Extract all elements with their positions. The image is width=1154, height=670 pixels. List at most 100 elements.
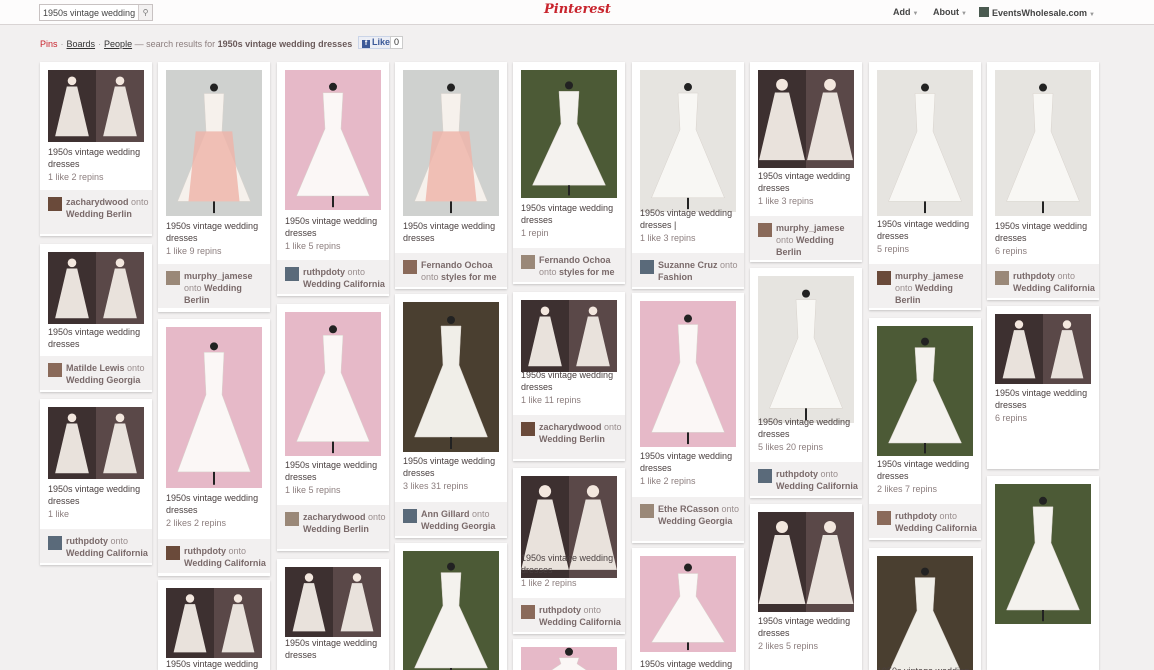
pin-card[interactable]: 1950s vintage wedding dresses 1 like 9 re… — [158, 62, 270, 312]
pin-image[interactable] — [403, 551, 499, 670]
pin-image[interactable] — [640, 301, 736, 447]
pin-image[interactable] — [640, 70, 736, 212]
pinner-name[interactable]: Suzanne Cruz — [658, 260, 718, 270]
pin-image[interactable] — [758, 276, 854, 423]
pin-card[interactable]: 1950s vintage wedding dresses 6 repins — [987, 306, 1099, 469]
pin-image[interactable] — [995, 314, 1091, 384]
pinner-name[interactable]: zacharydwood — [66, 197, 129, 207]
pin-attribution[interactable]: zacharydwood onto Wedding Berlin — [40, 190, 152, 234]
pin-card[interactable]: 1950s vintage wedding dresses 1 like ruthp… — [40, 399, 152, 565]
pin-card[interactable]: 1950s vintage wedding dresses 2 likes 7 r… — [869, 318, 981, 540]
pin-image[interactable] — [285, 70, 381, 210]
pin-attribution[interactable]: murphy_jamese onto Wedding Berlin — [869, 264, 981, 308]
pin-image[interactable] — [48, 407, 144, 479]
avatar[interactable] — [48, 363, 62, 377]
pinner-name[interactable]: murphy_jamese — [184, 271, 253, 281]
board-name[interactable]: Wedding Berlin — [303, 524, 369, 534]
tab-pins[interactable]: Pins — [40, 39, 58, 49]
avatar[interactable] — [48, 197, 62, 211]
facebook-like-button[interactable]: f Like — [358, 36, 395, 49]
tab-people[interactable]: People — [104, 39, 132, 49]
pin-card[interactable]: 1950s vintage wedding dresses 2 likes 2 r… — [158, 319, 270, 576]
pinner-name[interactable]: zacharydwood — [539, 422, 602, 432]
pinner-name[interactable]: Fernando Ochoa — [539, 255, 611, 265]
pin-card[interactable]: 1950s vintage wedding dresses | 1 like 3 … — [632, 62, 744, 289]
board-name[interactable]: Wedding California — [776, 481, 858, 491]
pinner-name[interactable]: ruthpdoty — [66, 536, 108, 546]
avatar[interactable] — [521, 255, 535, 269]
pinner-name[interactable]: Ann Gillard — [421, 509, 470, 519]
avatar[interactable] — [403, 260, 417, 274]
board-name[interactable]: Wedding California — [303, 279, 385, 289]
pin-attribution[interactable]: ruthpdoty onto Wedding California — [987, 264, 1099, 298]
pin-attribution[interactable]: ruthpdoty onto Wedding California — [513, 598, 625, 632]
pin-image[interactable] — [877, 326, 973, 456]
pin-attribution[interactable]: zacharydwood onto Wedding Berlin — [277, 505, 389, 549]
pin-image[interactable] — [403, 302, 499, 452]
pin-card[interactable]: 1950s vintage wedding dresses Fernando Oc… — [395, 62, 507, 289]
pin-attribution[interactable]: ruthpdoty onto Wedding California — [40, 529, 152, 563]
board-name[interactable]: Fashion — [658, 272, 693, 282]
pinner-name[interactable]: ruthpdoty — [303, 267, 345, 277]
pinner-name[interactable]: Ethe RCasson — [658, 504, 719, 514]
pin-image[interactable] — [758, 70, 854, 168]
pin-image[interactable] — [521, 300, 617, 372]
pin-image[interactable] — [166, 327, 262, 488]
pin-attribution[interactable]: Matilde Lewis onto Wedding Georgia — [40, 356, 152, 390]
pin-image[interactable] — [521, 647, 617, 670]
avatar[interactable] — [285, 512, 299, 526]
avatar[interactable] — [521, 605, 535, 619]
board-name[interactable]: Wedding Georgia — [66, 375, 140, 385]
pin-image[interactable] — [877, 70, 973, 216]
avatar[interactable] — [758, 469, 772, 483]
pinner-name[interactable]: murphy_jamese — [776, 223, 845, 233]
pin-card[interactable]: 1950s vintage wedding dresses 1 like 11 r… — [513, 292, 625, 461]
pin-card[interactable]: 1950s vintage wedding dresses 3 likes 31 … — [395, 294, 507, 538]
pinner-name[interactable]: zacharydwood — [303, 512, 366, 522]
pin-card[interactable]: 1950s vintage wedding dresses3 likes 6 r… — [869, 548, 981, 670]
pin-attribution[interactable]: Fernando Ochoa onto styles for me — [513, 248, 625, 282]
search-box[interactable]: 1950s vintage wedding ⚲ — [39, 4, 153, 21]
avatar[interactable] — [758, 223, 772, 237]
avatar[interactable] — [166, 546, 180, 560]
board-name[interactable]: Wedding California — [184, 558, 266, 568]
pin-image[interactable] — [877, 556, 973, 670]
pinner-name[interactable]: murphy_jamese — [895, 271, 964, 281]
pin-card[interactable]: 1950s vintage wedding dresses 1 like 5 re… — [277, 304, 389, 551]
pin-image[interactable] — [758, 512, 854, 612]
avatar[interactable] — [521, 422, 535, 436]
board-name[interactable]: Wedding Berlin — [539, 434, 605, 444]
avatar[interactable] — [995, 271, 1009, 285]
pin-card[interactable]: 1950s vintage wedding dresses 1 like 3 re… — [750, 62, 862, 262]
board-name[interactable]: Wedding Georgia — [421, 521, 495, 531]
pin-card[interactable]: 1950s vintage wedding dresses 5 repins mur… — [869, 62, 981, 310]
pin-card[interactable]: 1950s vintage wedding dresses Matilde Lew… — [40, 244, 152, 392]
pin-card[interactable]: 1950s vintage wedding — [632, 548, 744, 670]
pin-attribution[interactable]: zacharydwood onto Wedding Berlin — [513, 415, 625, 459]
add-menu[interactable]: Add ▼ — [893, 7, 918, 17]
pin-image[interactable] — [285, 312, 381, 456]
avatar[interactable] — [285, 267, 299, 281]
avatar[interactable] — [640, 260, 654, 274]
pin-card[interactable]: 1950s vintage wedding dresses 6 repins rut… — [987, 62, 1099, 300]
pin-card[interactable]: 1950s vintage wedding dresses 2 likes 5 r… — [750, 504, 862, 670]
pin-card[interactable]: 1950s vintage wedding — [158, 580, 270, 670]
pinterest-logo[interactable]: Pinterest — [544, 2, 611, 17]
pin-card[interactable] — [395, 543, 507, 670]
board-name[interactable]: Wedding California — [895, 523, 977, 533]
pinner-name[interactable]: ruthpdoty — [184, 546, 226, 556]
board-name[interactable]: Wedding California — [66, 548, 148, 558]
pin-attribution[interactable]: ruthpdoty onto Wedding California — [750, 462, 862, 496]
pinner-name[interactable]: ruthpdoty — [1013, 271, 1055, 281]
avatar[interactable] — [877, 511, 891, 525]
pin-image[interactable] — [285, 567, 381, 637]
board-name[interactable]: Wedding Berlin — [66, 209, 132, 219]
pin-card[interactable] — [987, 476, 1099, 670]
avatar[interactable] — [166, 271, 180, 285]
board-name[interactable]: Wedding California — [1013, 283, 1095, 293]
pinner-name[interactable]: ruthpdoty — [776, 469, 818, 479]
pin-image[interactable] — [166, 588, 262, 658]
pin-card[interactable]: 1950s vintage wedding dresses 1 like 2 re… — [513, 468, 625, 634]
pin-image[interactable] — [640, 556, 736, 652]
pin-attribution[interactable]: Ann Gillard onto Wedding Georgia — [395, 502, 507, 536]
